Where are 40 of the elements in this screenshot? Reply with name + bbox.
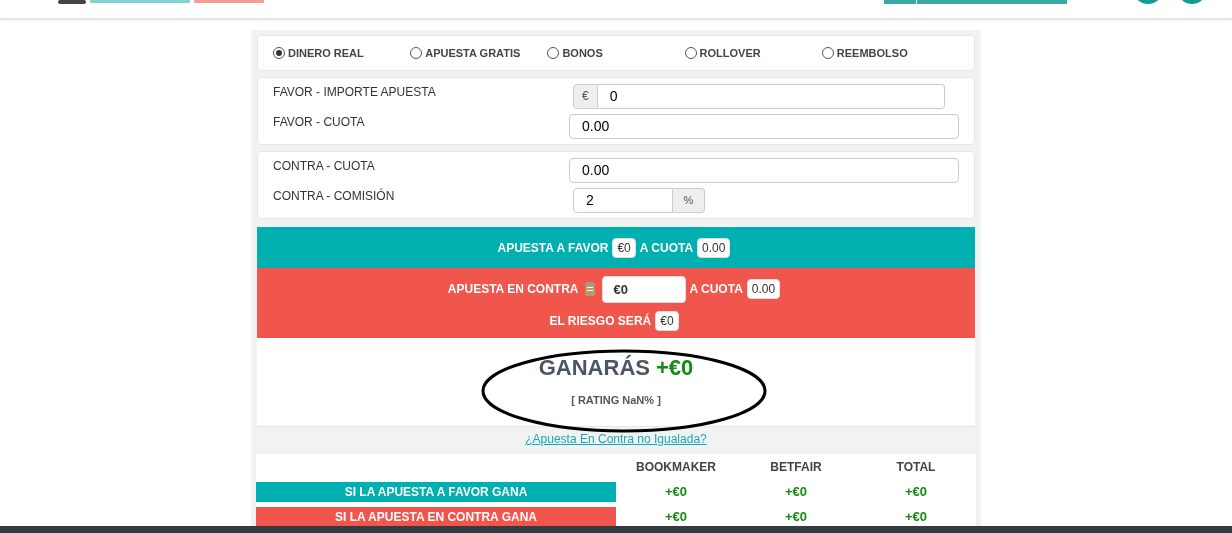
field-label: FAVOR - IMPORTE APUESTA — [273, 84, 437, 101]
odds-field[interactable]: 0.00 — [568, 113, 959, 139]
column-header: BOOKMAKER — [635, 458, 717, 476]
band-label: EL RIESGO SERÁ — [549, 312, 652, 330]
commission-field[interactable]: 2 — [573, 187, 673, 213]
result-amount: +€0 — [655, 354, 694, 382]
bet-type-radio[interactable]: APUESTA GRATIS — [410, 44, 548, 62]
result-label: GANARÁS — [538, 354, 650, 382]
table-cell-text: +€0 — [903, 507, 929, 526]
bet-type-radio[interactable]: DINERO REAL — [273, 44, 411, 62]
risk-pill: €0 — [655, 310, 679, 331]
band-label: APUESTA EN CONTRA — [447, 281, 579, 298]
table-cell-text: +€0 — [783, 482, 809, 501]
bet-type-radio[interactable]: REEMBOLSO — [821, 44, 959, 62]
table-cell-text: +€0 — [903, 482, 929, 501]
field-label: CONTRA - CUOTA — [273, 158, 376, 175]
odds-pill: 0.00 — [746, 279, 781, 299]
percent-addon: % — [673, 187, 705, 213]
amount-field[interactable]: 0 — [597, 83, 945, 109]
amount-pill: €0 — [612, 237, 636, 258]
row-label: SI LA APUESTA A FAVOR GANA — [256, 481, 616, 502]
currency-addon: € — [573, 83, 598, 109]
row-label: SI LA APUESTA EN CONTRA GANA — [256, 506, 616, 527]
contra-amount-field[interactable]: €0 — [602, 275, 687, 303]
table-cell-text: +€0 — [663, 482, 689, 501]
bet-type-radio[interactable]: BONOS — [547, 44, 685, 62]
odds-pill: 0.00 — [697, 237, 731, 258]
band-label: A CUOTA — [639, 239, 694, 257]
clipboard-icon[interactable] — [584, 281, 597, 297]
odds-field[interactable]: 0.00 — [568, 157, 959, 183]
bet-type-radio[interactable]: ROLLOVER — [684, 44, 822, 62]
column-header: BETFAIR — [769, 458, 823, 476]
band-label: APUESTA A FAVOR — [497, 239, 609, 257]
rating-text: [ RATING NaN% ] — [571, 393, 661, 408]
field-label: CONTRA - COMISIÓN — [273, 187, 396, 205]
field-label: FAVOR - CUOTA — [273, 114, 366, 131]
table-cell-text: +€0 — [783, 507, 809, 526]
column-header: TOTAL — [895, 458, 937, 476]
band-label: A CUOTA — [689, 281, 743, 298]
table-cell-text: +€0 — [663, 507, 689, 526]
